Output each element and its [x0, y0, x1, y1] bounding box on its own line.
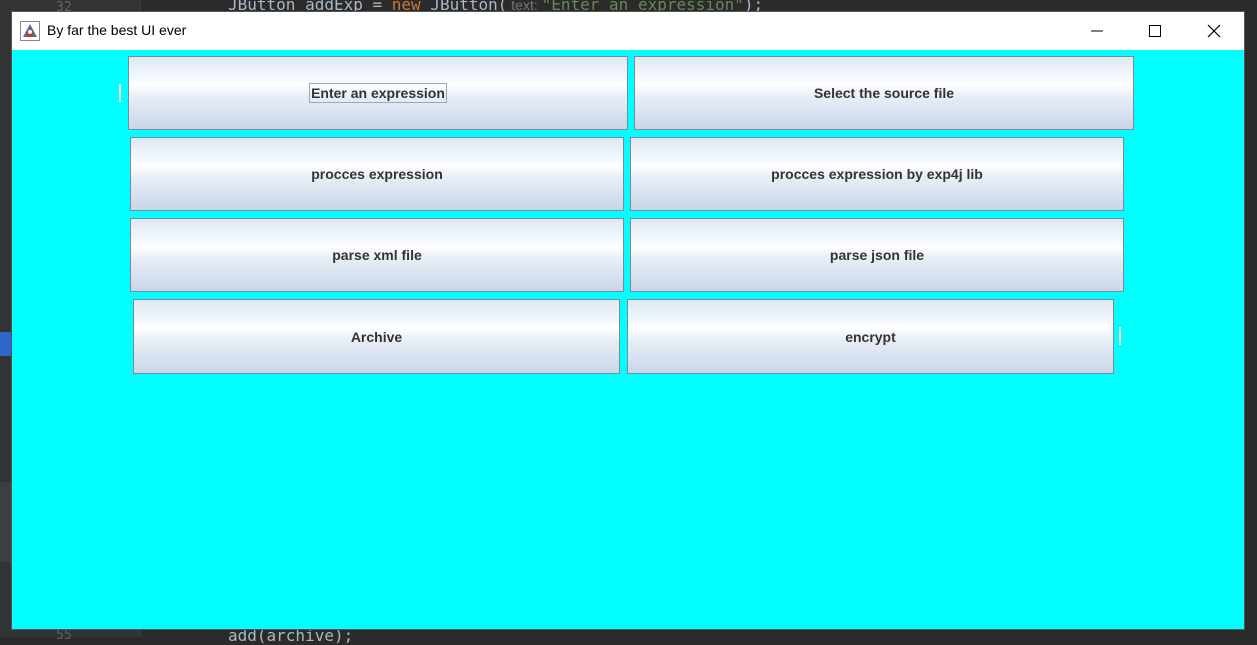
archive-button[interactable]: Archive — [133, 299, 620, 374]
ide-line-number-bottom: 55 — [56, 628, 72, 643]
select-source-file-label: Select the source file — [813, 85, 955, 101]
parse-xml-file-label: parse xml file — [332, 247, 422, 263]
encrypt-label: encrypt — [845, 328, 896, 345]
parse-xml-file-button[interactable]: parse xml file — [130, 218, 624, 292]
procces-expression-label: procces expression — [311, 166, 443, 182]
maximize-icon — [1149, 25, 1161, 37]
window-title: By far the best UI ever — [47, 22, 187, 38]
parse-json-file-label: parse json file — [829, 247, 925, 263]
enter-expression-button[interactable]: Enter an expression — [128, 56, 628, 130]
close-button[interactable] — [1185, 12, 1243, 50]
procces-expression-exp4j-button[interactable]: procces expression by exp4j lib — [630, 137, 1124, 211]
ide-gutter-highlight — [0, 332, 12, 356]
encrypt-button[interactable]: encrypt — [627, 299, 1114, 374]
layout-edge-mark-left — [119, 84, 121, 102]
select-source-file-button[interactable]: Select the source file — [634, 56, 1134, 130]
minimize-button[interactable] — [1068, 12, 1126, 50]
procces-expression-button[interactable]: procces expression — [130, 137, 624, 211]
title-bar[interactable]: By far the best UI ever — [12, 12, 1244, 50]
procces-expression-exp4j-label: procces expression by exp4j lib — [771, 166, 983, 182]
app-window: By far the best UI ever Enter an express… — [12, 12, 1244, 629]
ide-gutter-marker — [0, 482, 12, 562]
minimize-icon — [1091, 30, 1103, 32]
archive-label: Archive — [350, 328, 403, 345]
maximize-button[interactable] — [1126, 12, 1184, 50]
layout-edge-mark-right — [1119, 327, 1121, 345]
parse-json-file-button[interactable]: parse json file — [630, 218, 1124, 292]
enter-expression-label: Enter an expression — [309, 83, 447, 103]
java-duke-icon — [20, 21, 40, 41]
content-pane: Enter an expression Select the source fi… — [12, 50, 1244, 629]
close-icon — [1207, 24, 1221, 38]
